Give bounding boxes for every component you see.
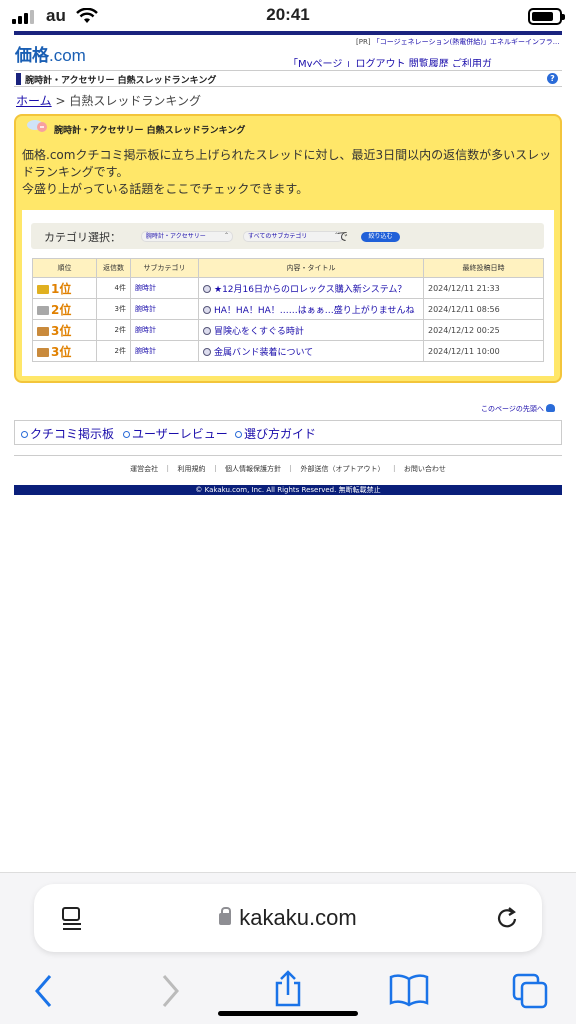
tabs-overview-icon[interactable] (512, 973, 548, 1009)
title-cell: 冒険心をくすぐる時計 (198, 319, 424, 341)
date-cell: 2024/12/12 00:25 (423, 319, 544, 341)
table-row: 3位 2件 腕時計 金属バンド装着について 2024/12/11 10:00 (32, 340, 544, 362)
thread-link[interactable]: HA！HA！HA！……はぁぁ…盛り上がりませんね (214, 306, 415, 316)
thread-icon (203, 347, 211, 356)
count-cell: 2件 (96, 319, 131, 341)
breadcrumb-home[interactable]: ホーム (16, 94, 52, 108)
top-rule (14, 31, 562, 35)
thread-icon (203, 284, 211, 293)
rank-cell: 3位 (32, 319, 97, 341)
tab-guide[interactable]: 選び方ガイド (235, 425, 316, 442)
col-subcategory: サブカテゴリ (130, 258, 199, 278)
category-filter: カテゴリ選択： 腕時計・アクセサリー すべてのサブカテゴリ で 絞り込む (31, 223, 544, 249)
home-indicator (218, 1011, 358, 1016)
share-icon[interactable] (272, 969, 304, 1009)
subcategory-link[interactable]: 腕時計 (135, 326, 156, 334)
bottom-tabs: クチコミ掲示板 ユーザーレビュー 選び方ガイド (14, 420, 562, 445)
crown-icon (37, 305, 49, 315)
home-icon (545, 404, 555, 412)
table-row: 2位 3件 腕時計 HA！HA！HA！……はぁぁ…盛り上がりませんね 2024/12/1… (32, 298, 544, 320)
subcategory-cell: 腕時計 (130, 277, 199, 299)
pr-ad[interactable]: [PR] 「コージェネレーション(熱電併給)」エネルギーインフラ... (356, 37, 559, 47)
category-select[interactable]: 腕時計・アクセサリー (141, 231, 233, 242)
address-bar[interactable]: kakaku.com (34, 884, 542, 952)
de-label: で (337, 230, 348, 243)
footer-divider (14, 455, 562, 456)
count-cell: 4件 (96, 277, 131, 299)
count-cell: 3件 (96, 298, 131, 320)
user-nav-links[interactable]: 「Myページ 」ログアウト 閲覧履歴 ご利用ガ (288, 55, 564, 67)
count-cell: 2件 (96, 340, 131, 362)
status-time: 20:41 (266, 5, 310, 24)
col-title: 内容・タイトル (198, 258, 424, 278)
category-label: カテゴリ選択： (44, 231, 121, 244)
date-cell: 2024/12/11 21:33 (423, 277, 544, 299)
rank-cell: 1位 (32, 277, 97, 299)
table-row: 1位 4件 腕時計 ★12月16日からのロレックス購入新システム？ 2024/12/11… (32, 277, 544, 299)
table-row: 3位 2件 腕時計 冒険心をくすぐる時計 2024/12/12 00:25 (32, 319, 544, 341)
subcategory-cell: 腕時計 (130, 298, 199, 320)
subcategory-link[interactable]: 腕時計 (135, 347, 156, 355)
ranking-table: 順位 返信数 サブカテゴリ 内容・タイトル 最終投稿日時 1位 4件 腕時計 ★12月… (32, 258, 544, 362)
tab-user-review[interactable]: ユーザーレビュー (123, 425, 228, 442)
col-date: 最終投稿日時 (423, 258, 544, 278)
speech-bubble-icon (27, 120, 47, 132)
safari-toolbar: kakaku.com (0, 872, 576, 1024)
back-to-top-link[interactable]: このページの先頭へ (481, 404, 555, 414)
thread-link[interactable]: 冒険心をくすぐる時計 (214, 327, 304, 337)
bullet-icon (123, 431, 130, 438)
breadcrumb: ホーム > 白熱スレッドランキング (16, 94, 201, 108)
thread-link[interactable]: ★12月16日からのロレックス購入新システム？ (214, 285, 406, 295)
thread-icon (203, 305, 211, 314)
tab-kuchikomi[interactable]: クチコミ掲示板 (21, 425, 114, 442)
reload-icon[interactable] (494, 904, 520, 932)
title-cell: 金属バンド装着について (198, 340, 424, 362)
rank-cell: 3位 (32, 340, 97, 362)
subcategory-cell: 腕時計 (130, 319, 199, 341)
title-cell: HA！HA！HA！……はぁぁ…盛り上がりませんね (198, 298, 424, 320)
forward-icon[interactable] (159, 973, 181, 1009)
col-rank: 順位 (32, 258, 97, 278)
title-cell: ★12月16日からのロレックス購入新システム？ (198, 277, 424, 299)
lock-icon (219, 907, 232, 925)
status-bar: au 20:41 (0, 0, 576, 32)
bullet-icon (235, 431, 242, 438)
panel-title: 腕時計・アクセサリー 白熱スレッドランキング (54, 126, 246, 136)
back-icon[interactable] (33, 973, 55, 1009)
crown-icon (37, 284, 49, 294)
breadcrumb-current: 白熱スレッドランキング (69, 94, 201, 108)
subcategory-select[interactable]: すべてのサブカテゴリ (243, 231, 343, 242)
filter-button[interactable]: 絞り込む (361, 232, 400, 242)
bookmarks-icon[interactable] (389, 973, 429, 1007)
kakaku-logo[interactable]: 価格.com (15, 41, 86, 66)
crown-icon (37, 347, 49, 357)
col-count: 返信数 (96, 258, 131, 278)
crown-icon (37, 326, 49, 336)
panel-description: 価格.comクチコミ掲示板に立ち上げられたスレッドに対し、最近3日間以内の返信数… (22, 148, 552, 196)
rank-cell: 2位 (32, 298, 97, 320)
help-icon[interactable]: ? (547, 73, 558, 84)
thread-link[interactable]: 金属バンド装着について (214, 348, 313, 358)
url-display[interactable]: kakaku.com (34, 905, 542, 931)
ranking-panel: 腕時計・アクセサリー 白熱スレッドランキング 価格.comクチコミ掲示板に立ち上… (14, 114, 562, 383)
subcategory-link[interactable]: 腕時計 (135, 305, 156, 313)
subcategory-cell: 腕時計 (130, 340, 199, 362)
footer-links[interactable]: 運営会社 ｜ 利用規約 ｜ 個人情報保護方針 ｜ 外部送信（オプトアウト） ｜ … (0, 464, 576, 474)
date-cell: 2024/12/11 08:56 (423, 298, 544, 320)
copyright: © Kakaku.com, Inc. All Rights Reserved. … (14, 485, 562, 495)
subcategory-link[interactable]: 腕時計 (135, 284, 156, 292)
thread-icon (203, 326, 211, 335)
date-cell: 2024/12/11 10:00 (423, 340, 544, 362)
bullet-icon (21, 431, 28, 438)
page-header: 腕時計・アクセサリー 白熱スレッドランキング ? (14, 70, 562, 87)
page-title: 腕時計・アクセサリー 白熱スレッドランキング (25, 76, 217, 86)
battery-icon (528, 8, 565, 25)
ranking-box: カテゴリ選択： 腕時計・アクセサリー すべてのサブカテゴリ で 絞り込む 順位 … (22, 210, 554, 376)
